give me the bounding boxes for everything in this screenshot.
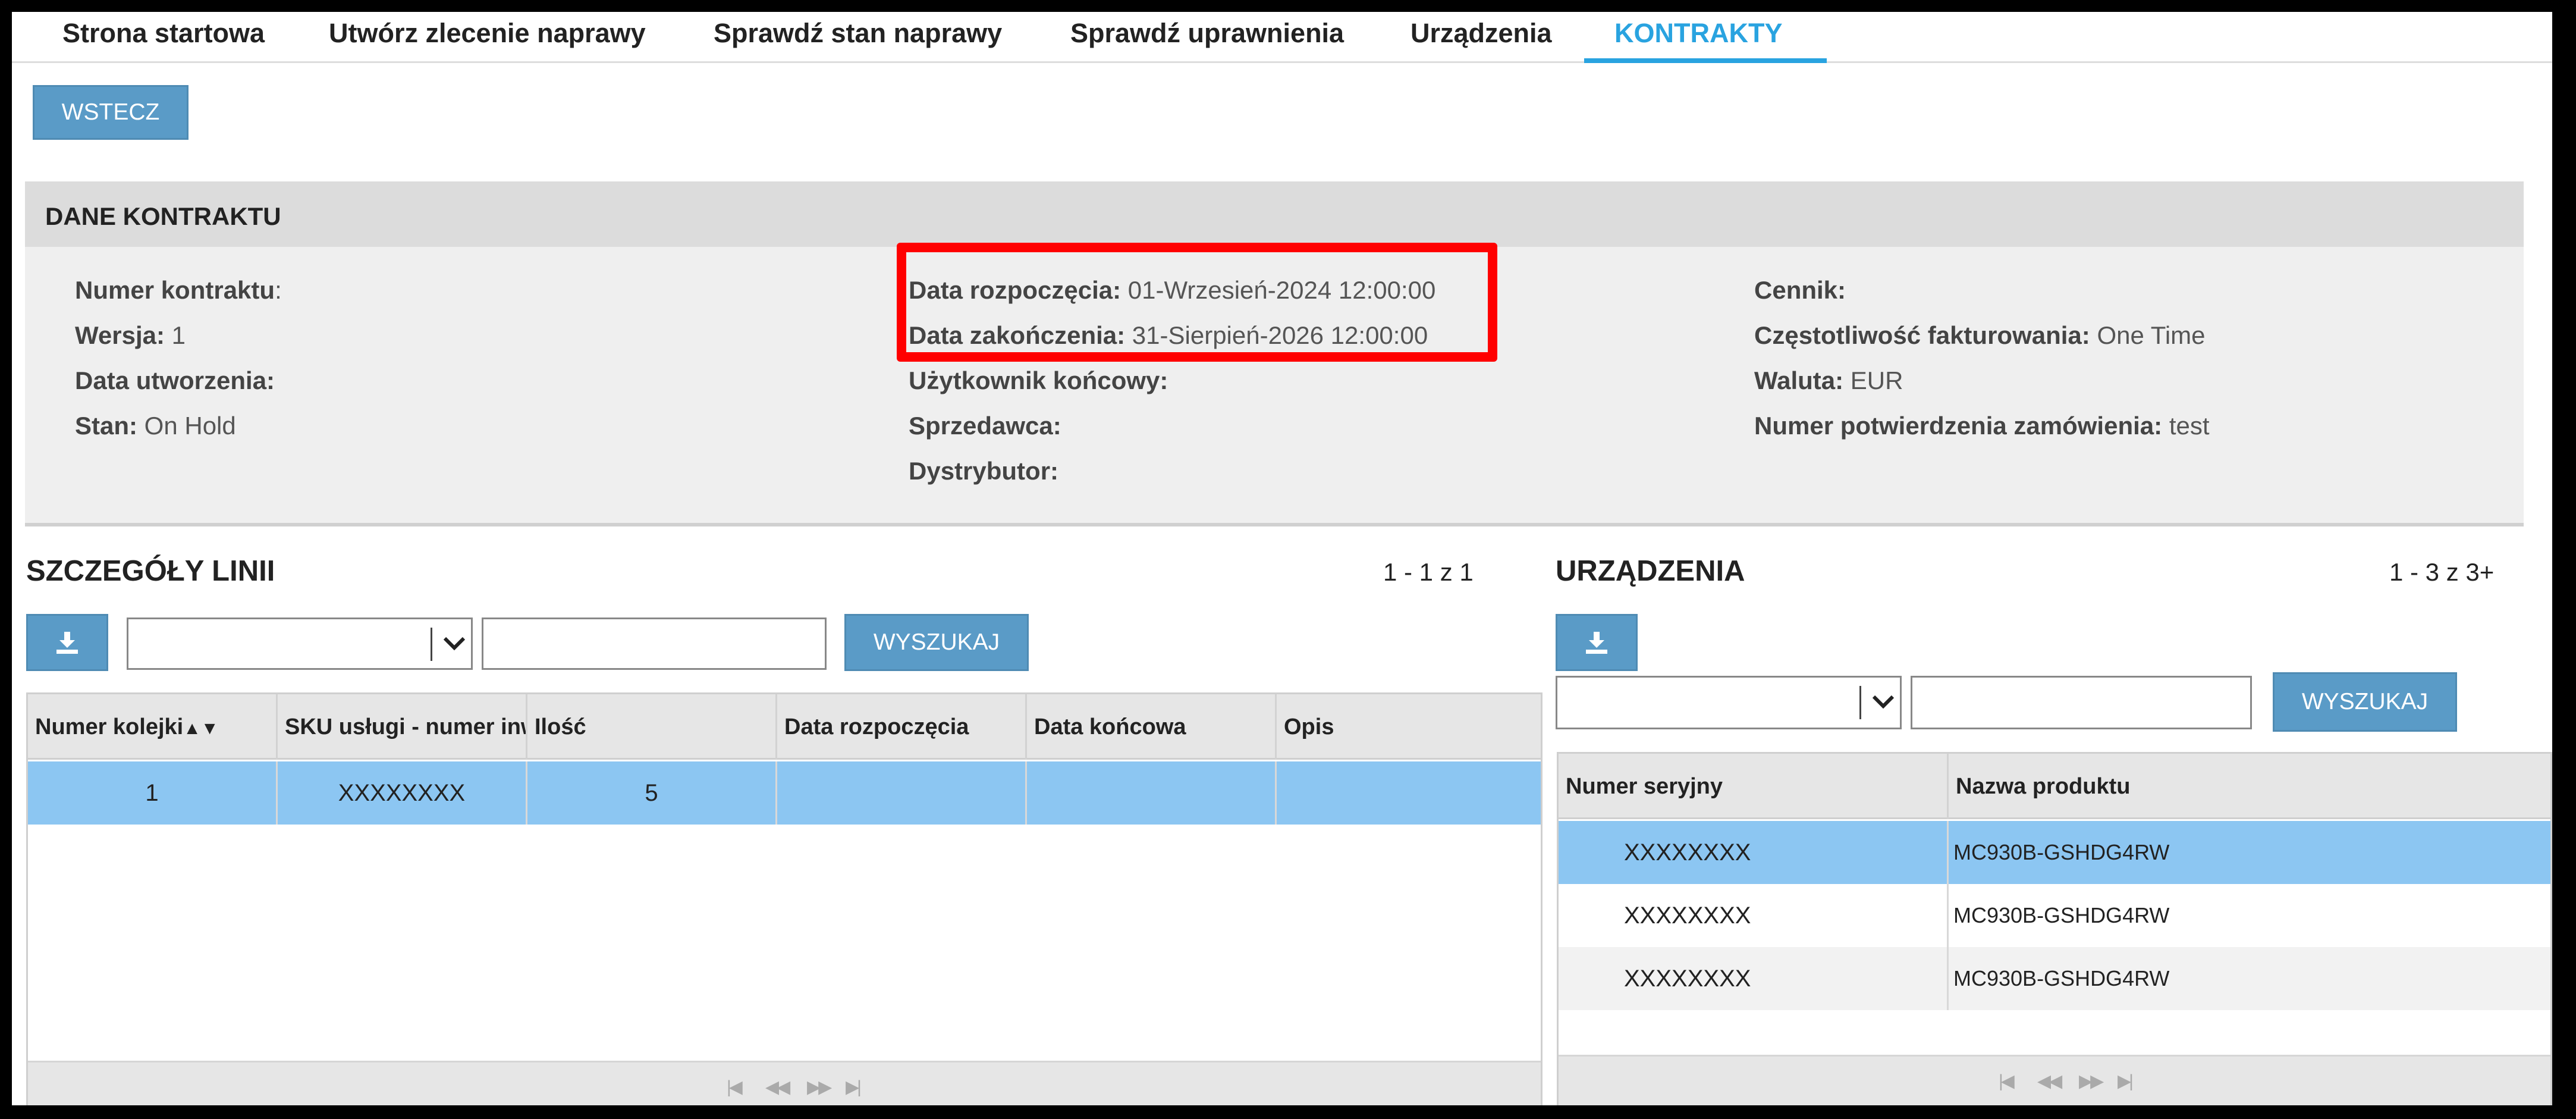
devices-panel-title: URZĄDZENIA — [1556, 555, 1745, 587]
field-price-list: Cennik: — [1754, 276, 1846, 304]
field-end-user: Użytkownik końcowy: — [909, 366, 1168, 394]
devices-grid-header: Numer seryjny Nazwa produktu — [1559, 754, 2550, 819]
cell-serial: XXXXXXXX — [1559, 884, 1949, 947]
last-page-icon[interactable]: ▶| — [2118, 1071, 2134, 1092]
next-page-icon[interactable]: ▶▶ — [807, 1077, 832, 1098]
sort-icon: ▲▼ — [183, 719, 219, 738]
next-page-icon[interactable]: ▶▶ — [2079, 1071, 2104, 1092]
table-row[interactable]: 1 XXXXXXXX 5 — [28, 761, 1541, 825]
dates-highlight-box — [897, 243, 1497, 362]
cell-desc — [1277, 761, 1541, 825]
contract-header-bar — [25, 181, 2524, 247]
prev-page-icon[interactable]: ◀◀ — [2037, 1071, 2062, 1092]
chevron-down-icon — [1872, 695, 1895, 709]
lines-grid-pager: |◀ ◀◀ ▶▶ ▶| — [28, 1061, 1541, 1105]
cell-end — [1027, 761, 1277, 825]
field-state: Stan: On Hold — [75, 412, 236, 440]
nav-item-create-repair-order[interactable]: Utwórz zlecenie naprawy — [329, 12, 646, 63]
field-created-date: Data utworzenia: — [75, 366, 275, 394]
top-navigation: Strona startowa Utwórz zlecenie naprawy … — [12, 12, 2552, 63]
select-divider — [431, 628, 432, 661]
column-header-desc[interactable]: Opis — [1277, 694, 1541, 760]
back-button[interactable]: WSTECZ — [33, 85, 189, 140]
chevron-down-icon — [443, 637, 466, 651]
table-row[interactable]: XXXXXXXX MC930B-GSHDG4RW — [1559, 821, 2550, 884]
nav-item-devices[interactable]: Urządzenia — [1410, 12, 1552, 63]
field-order-confirmation: Numer potwierdzenia zamówienia: test — [1754, 412, 2210, 440]
nav-item-check-entitlements[interactable]: Sprawdź uprawnienia — [1070, 12, 1344, 63]
download-icon — [56, 632, 78, 654]
prev-page-icon[interactable]: ◀◀ — [765, 1077, 790, 1098]
cell-sku: XXXXXXXX — [278, 761, 527, 825]
last-page-icon[interactable]: ▶| — [846, 1077, 862, 1098]
app-window: Strona startowa Utwórz zlecenie naprawy … — [12, 12, 2552, 1105]
devices-search-input[interactable] — [1911, 676, 2252, 729]
cell-seq: 1 — [28, 761, 278, 825]
first-page-icon[interactable]: |◀ — [1999, 1071, 2015, 1092]
devices-grid: Numer seryjny Nazwa produktu XXXXXXXX MC… — [1557, 752, 2552, 1105]
lines-grid: Numer kolejki▲▼ SKU usługi - numer inw I… — [26, 692, 1543, 1105]
cell-product: MC930B-GSHDG4RW — [1953, 840, 2170, 864]
column-header-end[interactable]: Data końcowa — [1027, 694, 1277, 760]
cell-product: MC930B-GSHDG4RW — [1953, 966, 2170, 991]
field-distributor: Dystrybutor: — [909, 457, 1059, 485]
devices-pager: 1 - 3 z 3+ — [2389, 558, 2495, 586]
download-icon — [1586, 632, 1607, 654]
contract-section-title: DANE KONTRAKTU — [45, 202, 281, 230]
field-contract-number: Numer kontraktu: — [75, 276, 282, 304]
lines-panel-title: SZCZEGÓŁY LINII — [26, 555, 275, 587]
nav-item-contracts[interactable]: KONTRAKTY — [1614, 12, 1782, 63]
column-header-sku[interactable]: SKU usługi - numer inw — [278, 694, 527, 760]
column-header-start[interactable]: Data rozpoczęcia — [777, 694, 1027, 760]
cell-qty: 5 — [527, 761, 777, 825]
lines-search-input[interactable] — [482, 618, 827, 670]
lines-download-button[interactable] — [26, 614, 108, 671]
field-version: Wersja: 1 — [75, 321, 186, 349]
nav-item-check-repair-status[interactable]: Sprawdź stan naprawy — [714, 12, 1002, 63]
column-header-qty[interactable]: Ilość — [527, 694, 777, 760]
devices-filter-select[interactable] — [1556, 676, 1902, 729]
devices-grid-pager: |◀ ◀◀ ▶▶ ▶| — [1559, 1055, 2550, 1105]
nav-item-home[interactable]: Strona startowa — [62, 12, 265, 63]
lines-filter-select[interactable] — [127, 618, 473, 670]
table-row[interactable]: XXXXXXXX MC930B-GSHDG4RW — [1559, 947, 2550, 1010]
first-page-icon[interactable]: |◀ — [727, 1077, 743, 1098]
select-divider — [1859, 686, 1861, 719]
lines-search-button[interactable]: WYSZUKAJ — [844, 614, 1029, 671]
lines-pager: 1 - 1 z 1 — [1383, 558, 1474, 586]
column-header-serial[interactable]: Numer seryjny — [1559, 754, 1949, 819]
cell-serial: XXXXXXXX — [1559, 947, 1949, 1010]
cell-product: MC930B-GSHDG4RW — [1953, 903, 2170, 927]
devices-search-button[interactable]: WYSZUKAJ — [2273, 672, 2457, 732]
column-header-product[interactable]: Nazwa produktu — [1949, 754, 2550, 819]
lines-grid-header: Numer kolejki▲▼ SKU usługi - numer inw I… — [28, 694, 1541, 760]
column-header-seq[interactable]: Numer kolejki▲▼ — [28, 694, 278, 760]
table-row[interactable]: XXXXXXXX MC930B-GSHDG4RW — [1559, 884, 2550, 947]
cell-serial: XXXXXXXX — [1559, 821, 1949, 884]
cell-start — [777, 761, 1027, 825]
field-currency: Waluta: EUR — [1754, 366, 1903, 394]
active-tab-underline — [1584, 58, 1827, 63]
devices-download-button[interactable] — [1556, 614, 1638, 671]
field-seller: Sprzedawca: — [909, 412, 1061, 440]
field-billing-frequency: Częstotliwość fakturowania: One Time — [1754, 321, 2206, 349]
